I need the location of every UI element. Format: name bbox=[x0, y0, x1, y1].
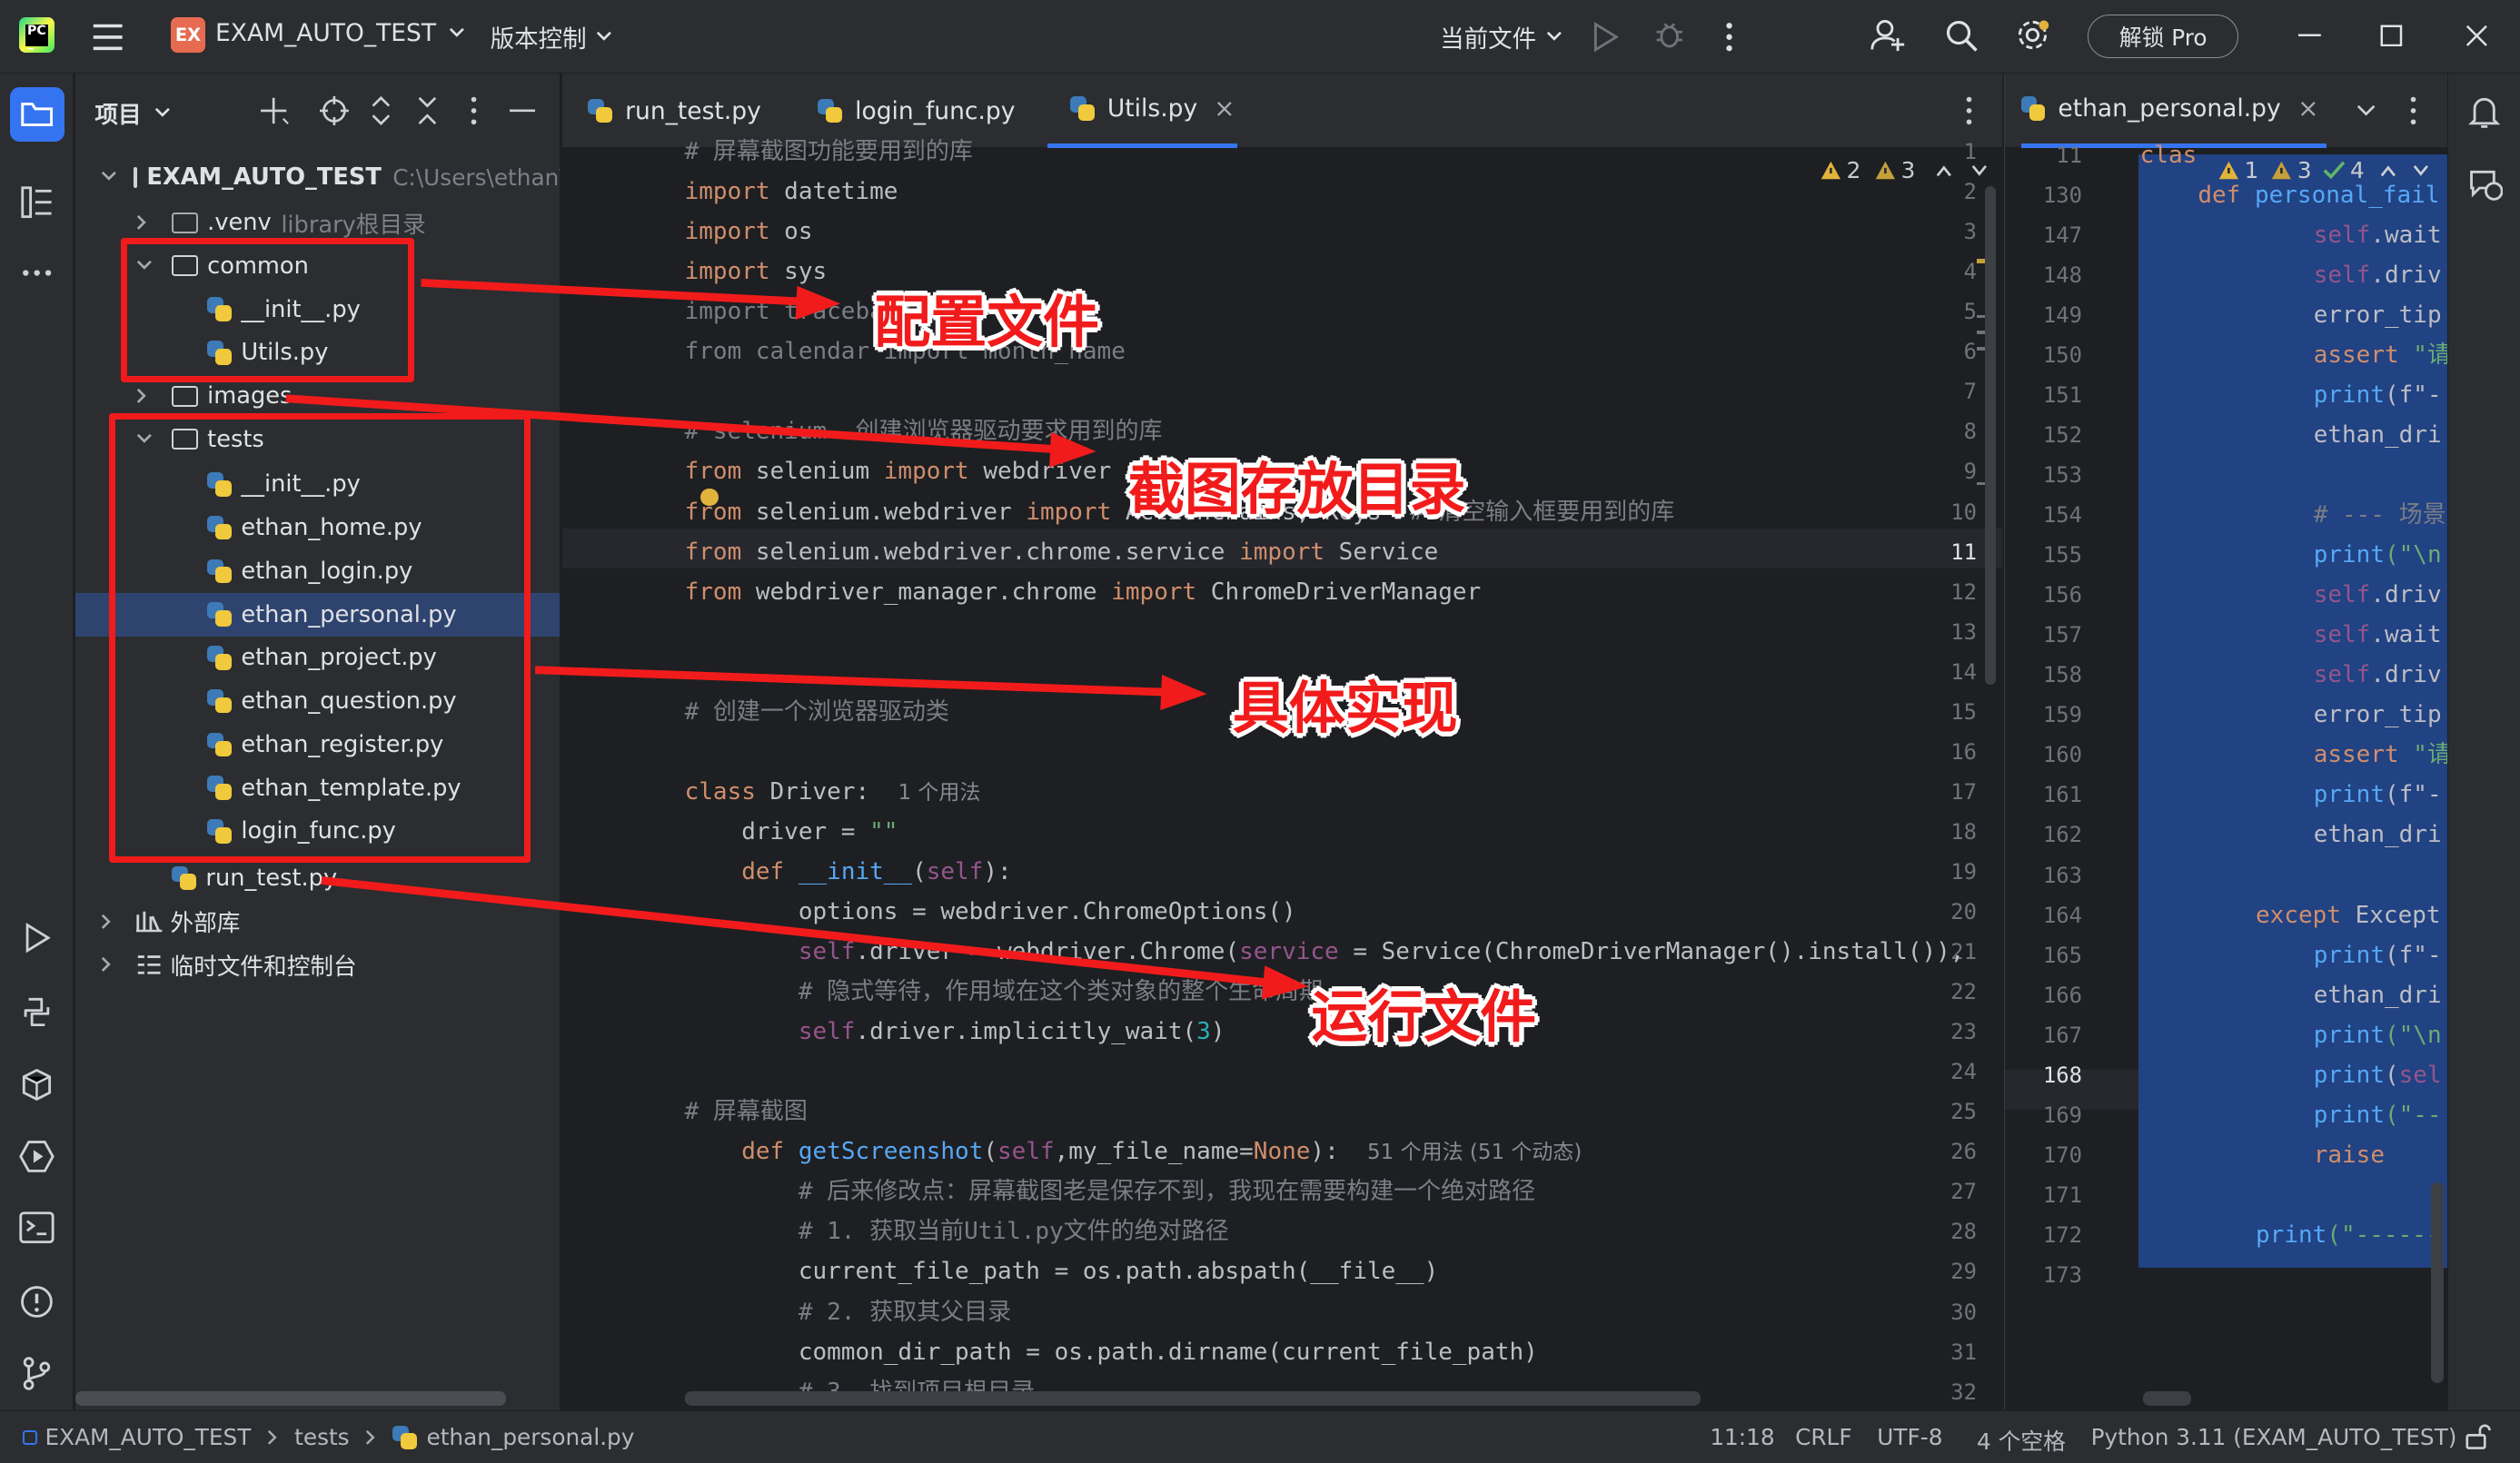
annotation-label-config: 配置文件 bbox=[874, 290, 1100, 356]
annotation-arrow-run bbox=[321, 876, 1275, 988]
annotation-arrow-impl bbox=[534, 666, 1174, 697]
annotation-label-run: 运行文件 bbox=[1311, 984, 1537, 1050]
annotation-label-screenshots: 截图存放目录 bbox=[1127, 457, 1466, 523]
annotation-arrow-config bbox=[421, 278, 812, 307]
annotation-label-impl: 具体实现 bbox=[1232, 675, 1458, 741]
annotation-arrow-images bbox=[285, 394, 1065, 454]
